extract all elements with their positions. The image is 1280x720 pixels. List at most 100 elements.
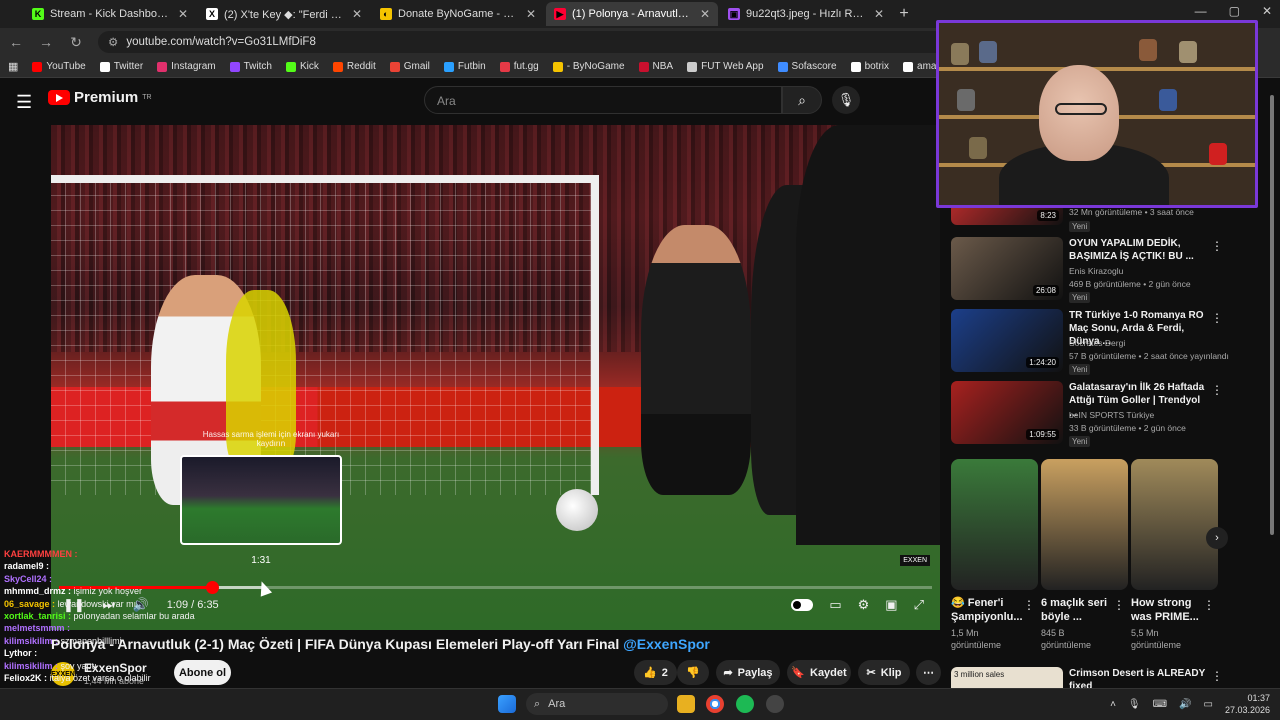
spotify-icon[interactable] xyxy=(736,695,754,713)
clip-button[interactable]: ✂ Klip xyxy=(858,660,910,685)
more-actions-button[interactable]: ⋯ xyxy=(916,660,941,685)
more-vertical-icon[interactable]: ⋮ xyxy=(1211,669,1223,683)
bookmark-12[interactable]: Sofascore xyxy=(777,61,837,72)
minimize-button[interactable]: — xyxy=(1195,4,1207,18)
fullscreen-icon[interactable]: ⤢ xyxy=(914,597,924,613)
like-button[interactable]: 👍 2 xyxy=(634,660,677,685)
taskbar-search[interactable]: ⌕ Ara xyxy=(526,693,668,715)
chat-message: kilimsikilim : szmanenbilllimi xyxy=(4,635,244,647)
recommended-video[interactable]: 8:23 32 Mn görüntüleme • 3 saat önce Yeni xyxy=(951,203,1221,233)
tab-close-icon[interactable]: ✕ xyxy=(178,7,188,21)
chat-message: kilimsikilim : şov yaptı xyxy=(4,660,244,672)
chat-message: radamel9 : xyxy=(4,560,244,572)
new-tab-button[interactable]: + xyxy=(894,4,914,24)
bookmark-1[interactable]: Twitter xyxy=(99,61,143,72)
bookmark-5[interactable]: Reddit xyxy=(332,61,376,72)
battery-icon[interactable]: ▭ xyxy=(1204,699,1213,710)
shorts-next-icon[interactable]: › xyxy=(1206,527,1228,549)
channel-name[interactable]: Enis Kirazoglu xyxy=(1069,266,1123,276)
more-vertical-icon[interactable]: ⋮ xyxy=(1023,598,1035,612)
microphone-icon[interactable]: 🎙 xyxy=(1128,699,1141,710)
more-vertical-icon[interactable]: ⋮ xyxy=(1211,383,1223,397)
search-button[interactable]: ⌕ xyxy=(782,86,822,114)
file-explorer-icon[interactable] xyxy=(677,695,695,713)
short-thumbnail[interactable] xyxy=(1041,459,1128,590)
chat-message: SkyCell24 : xyxy=(4,573,244,585)
channel-name[interactable]: beIN SPORTS Türkiye xyxy=(1069,410,1154,420)
tab-close-icon[interactable]: ✕ xyxy=(874,7,884,21)
settings-gear-icon[interactable]: ⚙ xyxy=(858,597,870,613)
start-menu-icon[interactable] xyxy=(498,695,516,713)
recommended-video[interactable]: 1:24:20 TR Türkiye 1-0 Romanya RO Maç Son… xyxy=(951,309,1229,375)
tab-close-icon[interactable]: ✕ xyxy=(526,7,536,21)
tab-title: Donate ByNoGame - Gelen/Gid xyxy=(398,8,520,20)
voice-search-button[interactable]: 🎙 xyxy=(832,86,860,114)
tab-close-icon[interactable]: ✕ xyxy=(352,7,362,21)
network-icon[interactable]: ⌨ xyxy=(1153,699,1167,710)
bookmark-3[interactable]: Twitch xyxy=(229,61,272,72)
search-input[interactable]: Ara xyxy=(424,86,782,114)
apps-grid-icon[interactable]: ▦ xyxy=(8,60,18,73)
channel-name[interactable]: Socrates Dergi xyxy=(1069,338,1125,348)
short-title[interactable]: How strong was PRIME... xyxy=(1131,596,1201,624)
bookmark-6[interactable]: Gmail xyxy=(389,61,430,72)
browser-tab[interactable]: ▣ 9u22qt3.jpeg - Hızlı Resim ✕ xyxy=(720,2,892,26)
clip-label: Klip xyxy=(880,666,902,679)
bookmark-7[interactable]: Futbin xyxy=(443,61,486,72)
clock[interactable]: 01:37 27.03.2026 xyxy=(1225,692,1270,716)
more-vertical-icon[interactable]: ⋮ xyxy=(1203,598,1215,612)
short-thumbnail[interactable] xyxy=(1131,459,1218,590)
figurine xyxy=(969,137,987,159)
autoplay-toggle[interactable] xyxy=(791,599,814,611)
browser-tab[interactable]: ◐ Donate ByNoGame - Gelen/Gid ✕ xyxy=(372,2,544,26)
bookmark-13[interactable]: botrix xyxy=(850,61,889,72)
bookmark-8[interactable]: fut.gg xyxy=(499,61,539,72)
video-meta: 469 B görüntüleme • 2 gün önce xyxy=(1069,279,1191,289)
more-vertical-icon[interactable]: ⋮ xyxy=(1211,311,1223,325)
bookmark-favicon-icon xyxy=(157,61,168,72)
tray-expand-icon[interactable]: ˄ xyxy=(1110,699,1116,710)
back-button[interactable]: ← xyxy=(8,34,24,50)
dislike-button[interactable]: 👎 xyxy=(677,660,709,685)
recommended-video[interactable]: 1:09:55 Galatasaray'ın İlk 26 Haftada Att… xyxy=(951,381,1223,447)
bookmark-9[interactable]: - ByNoGame xyxy=(552,61,625,72)
more-vertical-icon[interactable]: ⋮ xyxy=(1113,598,1125,612)
short-title[interactable]: 😂 Fener'i Şampiyonlu... xyxy=(951,596,1023,624)
tab-close-icon[interactable]: ✕ xyxy=(700,7,710,21)
more-vertical-icon[interactable]: ⋮ xyxy=(1211,239,1223,253)
youtube-logo[interactable]: Premium TR xyxy=(48,89,152,106)
close-window-button[interactable]: ✕ xyxy=(1262,4,1272,18)
miniplayer-icon[interactable]: ▣ xyxy=(885,597,897,613)
browser-tab[interactable]: X (2) X'te Key ◆: "Ferdi Kadıoğlu ✕ xyxy=(198,2,370,26)
app-icon[interactable] xyxy=(766,695,784,713)
page-scrollbar[interactable] xyxy=(1270,95,1274,535)
hamburger-menu-icon[interactable]: ☰ xyxy=(16,92,32,113)
subtitles-icon[interactable]: ▭ xyxy=(829,597,841,613)
bookmark-label: NBA xyxy=(652,61,674,72)
chat-text: işimiz yok hoşver xyxy=(73,586,143,597)
bookmark-4[interactable]: Kick xyxy=(285,61,319,72)
reload-button[interactable]: ↻ xyxy=(68,34,84,51)
site-info-icon[interactable]: ⚙ xyxy=(108,35,118,49)
volume-icon[interactable]: 🔊 xyxy=(1179,699,1191,710)
short-title[interactable]: 6 maçlık seri böyle ... xyxy=(1041,596,1111,624)
bookmark-10[interactable]: NBA xyxy=(638,61,674,72)
video-title: OYUN YAPALIM DEDİK, BAŞIMIZA İŞ AÇTIK! B… xyxy=(1069,238,1194,262)
save-button[interactable]: 🔖 Kaydet xyxy=(787,660,851,685)
browser-tab[interactable]: ▶ (1) Polonya - Arnavutluk (2- ✕ xyxy=(546,2,718,26)
maximize-button[interactable]: ▢ xyxy=(1229,4,1240,18)
bookmark-favicon-icon xyxy=(99,61,110,72)
url-bar[interactable]: ⚙ youtube.com/watch?v=Go31LMfDiF8 xyxy=(98,31,998,53)
channel-hashtag-link[interactable]: @ExxenSpor xyxy=(623,636,710,652)
browser-tab[interactable]: K Stream - Kick Dashboard ✕ xyxy=(24,2,196,26)
recommended-video[interactable]: 26:08 OYUN YAPALIM DEDİK, BAŞIMIZA İŞ AÇT… xyxy=(951,237,1223,303)
bookmark-2[interactable]: Instagram xyxy=(157,61,216,72)
chrome-icon[interactable] xyxy=(706,695,724,713)
short-thumbnail[interactable] xyxy=(951,459,1038,590)
bookmark-0[interactable]: YouTube xyxy=(32,61,86,72)
bookmark-11[interactable]: FUT Web App xyxy=(687,61,764,72)
forward-button[interactable]: → xyxy=(38,34,54,50)
seek-preview-thumbnail xyxy=(180,455,342,545)
share-button[interactable]: ➦ Paylaş xyxy=(716,660,780,685)
chat-username: SkyCell24 : xyxy=(4,573,53,584)
